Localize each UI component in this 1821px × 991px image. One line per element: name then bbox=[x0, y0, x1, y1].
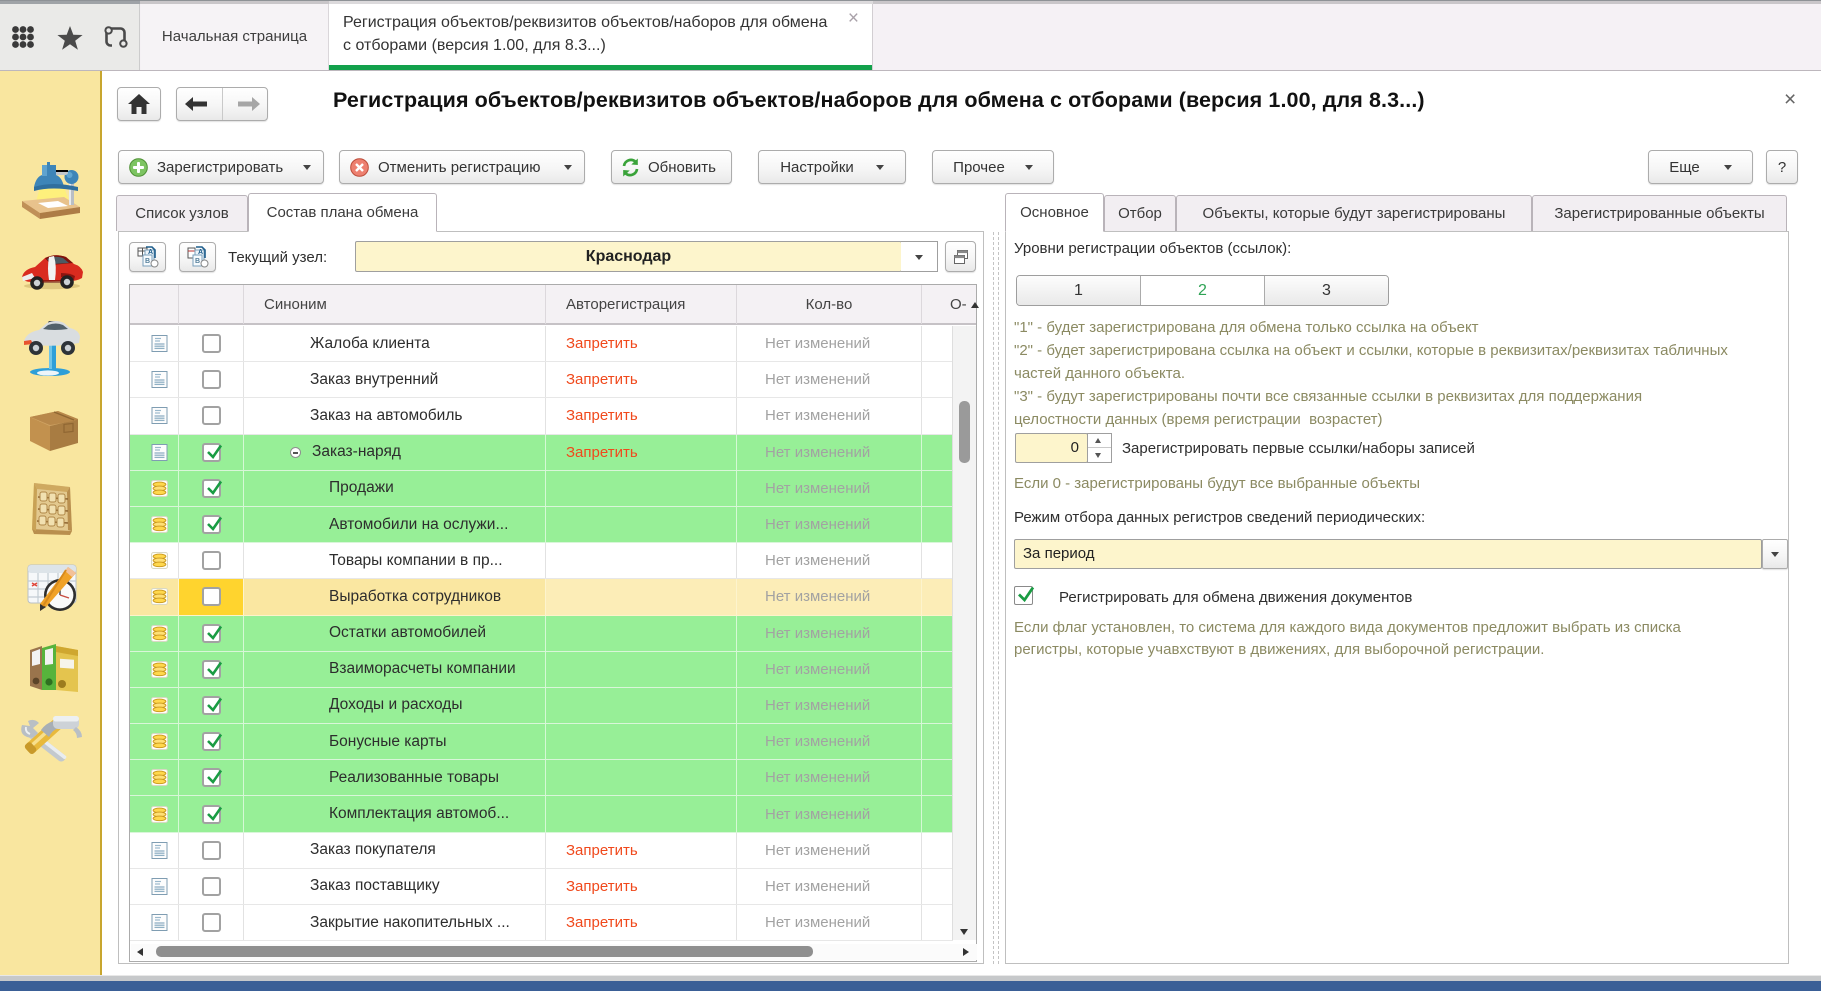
svg-text:B: B bbox=[145, 258, 150, 265]
svg-text:B: B bbox=[195, 258, 200, 265]
